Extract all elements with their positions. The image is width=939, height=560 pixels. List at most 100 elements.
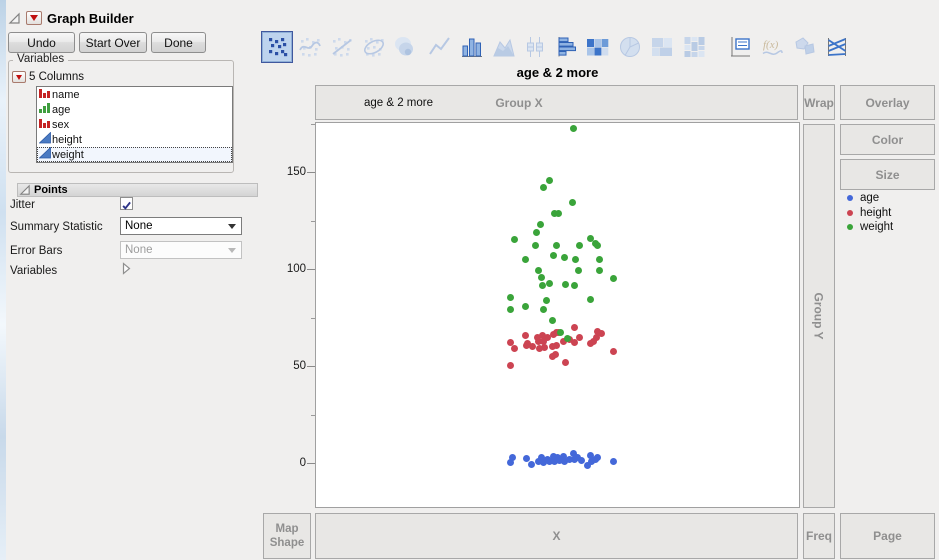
data-point-height[interactable] xyxy=(548,353,556,361)
data-point-weight[interactable] xyxy=(595,266,603,274)
ellipse-icon[interactable] xyxy=(360,33,388,61)
data-point-height[interactable] xyxy=(562,359,570,367)
line-of-fit-icon[interactable] xyxy=(328,33,356,61)
column-item-height[interactable]: height xyxy=(37,131,232,147)
map-shapes-icon[interactable] xyxy=(791,33,819,61)
heatmap-icon[interactable] xyxy=(583,33,611,61)
data-point-weight[interactable] xyxy=(532,228,540,236)
data-point-weight[interactable] xyxy=(570,282,578,290)
undo-button[interactable]: Undo xyxy=(8,32,75,53)
color-drop-zone[interactable]: Color xyxy=(840,124,935,155)
data-point-age[interactable] xyxy=(594,453,602,461)
columns-red-triangle-button[interactable] xyxy=(12,71,26,83)
points-panel-header[interactable]: Points xyxy=(17,183,258,197)
data-point-weight[interactable] xyxy=(549,251,557,259)
data-point-weight[interactable] xyxy=(594,242,602,250)
red-triangle-icon xyxy=(16,74,22,80)
points-collapse-triangle-icon[interactable] xyxy=(19,184,31,196)
wrap-drop-zone[interactable]: Wrap xyxy=(803,85,835,120)
jitter-checkbox[interactable] xyxy=(120,197,133,210)
y-minor-tick-mark xyxy=(311,414,315,416)
size-drop-zone[interactable]: Size xyxy=(840,159,935,190)
data-point-height[interactable] xyxy=(506,361,514,369)
caption-box-icon[interactable] xyxy=(726,33,754,61)
formula-icon[interactable]: f(x) xyxy=(758,33,786,61)
mosaic-icon[interactable] xyxy=(680,33,708,61)
treemap-icon[interactable] xyxy=(648,33,676,61)
column-item-name[interactable]: name xyxy=(37,87,232,102)
smoother-icon[interactable] xyxy=(296,33,324,61)
data-point-weight[interactable] xyxy=(511,236,519,244)
column-item-sex[interactable]: sex xyxy=(37,117,232,132)
data-point-weight[interactable] xyxy=(555,209,563,217)
data-point-weight[interactable] xyxy=(537,274,545,282)
variables-disclosure-icon[interactable] xyxy=(121,262,131,275)
columns-listbox[interactable]: name age sex height weight xyxy=(36,86,233,163)
data-point-weight[interactable] xyxy=(540,305,548,313)
data-point-height[interactable] xyxy=(552,341,560,349)
contour-icon[interactable] xyxy=(391,33,419,61)
data-point-height[interactable] xyxy=(570,323,578,331)
data-point-weight[interactable] xyxy=(548,316,556,324)
red-triangle-menu-button[interactable] xyxy=(26,11,42,25)
area-icon[interactable] xyxy=(490,33,518,61)
data-point-height[interactable] xyxy=(610,347,618,355)
data-point-weight[interactable] xyxy=(507,294,515,302)
data-point-weight[interactable] xyxy=(595,256,603,264)
data-point-weight[interactable] xyxy=(506,306,514,314)
data-point-weight[interactable] xyxy=(576,241,584,249)
data-point-weight[interactable] xyxy=(538,282,546,290)
collapse-triangle-icon[interactable] xyxy=(8,12,21,25)
data-point-height[interactable] xyxy=(576,333,584,341)
data-point-height[interactable] xyxy=(521,332,529,340)
data-point-weight[interactable] xyxy=(546,176,554,184)
data-point-weight[interactable] xyxy=(561,253,569,261)
data-point-weight[interactable] xyxy=(572,256,580,264)
histogram-icon[interactable] xyxy=(553,33,581,61)
data-point-weight[interactable] xyxy=(536,220,544,228)
data-point-height[interactable] xyxy=(541,343,549,351)
overlay-drop-zone[interactable]: Overlay xyxy=(840,85,935,120)
data-point-height[interactable] xyxy=(522,341,530,349)
group-y-drop-zone[interactable]: Group Y xyxy=(803,124,835,508)
data-point-weight[interactable] xyxy=(546,279,554,287)
box-plot-icon[interactable] xyxy=(521,33,549,61)
data-point-weight[interactable] xyxy=(552,241,560,249)
data-point-weight[interactable] xyxy=(521,256,529,264)
data-point-height[interactable] xyxy=(511,345,519,353)
data-point-weight[interactable] xyxy=(534,266,542,274)
parallel-icon[interactable] xyxy=(823,33,851,61)
summary-statistic-select[interactable]: None xyxy=(120,217,242,235)
data-point-weight[interactable] xyxy=(587,295,595,303)
desktop-edge xyxy=(0,0,6,560)
pie-icon[interactable] xyxy=(616,33,644,61)
page-drop-zone[interactable]: Page xyxy=(840,513,935,559)
group-x-drop-zone[interactable]: age & 2 more Group X xyxy=(315,85,798,120)
group-x-variable-label[interactable]: age & 2 more xyxy=(336,86,461,119)
data-point-weight[interactable] xyxy=(543,296,551,304)
data-point-weight[interactable] xyxy=(557,328,565,336)
data-point-weight[interactable] xyxy=(521,302,529,310)
x-drop-zone[interactable]: X xyxy=(315,513,798,559)
data-point-age[interactable] xyxy=(509,454,517,462)
data-point-weight[interactable] xyxy=(562,281,570,289)
data-point-height[interactable] xyxy=(593,333,601,341)
data-point-age[interactable] xyxy=(610,458,618,466)
start-over-button[interactable]: Start Over xyxy=(79,32,147,53)
data-point-weight[interactable] xyxy=(540,183,548,191)
points-icon[interactable] xyxy=(261,31,293,63)
jitter-label: Jitter xyxy=(10,199,35,211)
plot-area[interactable] xyxy=(315,122,800,508)
data-point-weight[interactable] xyxy=(575,267,583,275)
freq-drop-zone[interactable]: Freq xyxy=(803,513,835,559)
column-item-age[interactable]: age xyxy=(37,102,232,117)
data-point-weight[interactable] xyxy=(531,241,539,249)
done-button[interactable]: Done xyxy=(151,32,206,53)
map-shape-drop-zone[interactable]: Map Shape xyxy=(263,513,311,559)
data-point-weight[interactable] xyxy=(569,124,577,132)
column-item-weight[interactable]: weight xyxy=(37,146,232,162)
data-point-weight[interactable] xyxy=(610,275,618,283)
bar-icon[interactable] xyxy=(458,33,486,61)
data-point-weight[interactable] xyxy=(568,198,576,206)
line-icon[interactable] xyxy=(426,33,454,61)
